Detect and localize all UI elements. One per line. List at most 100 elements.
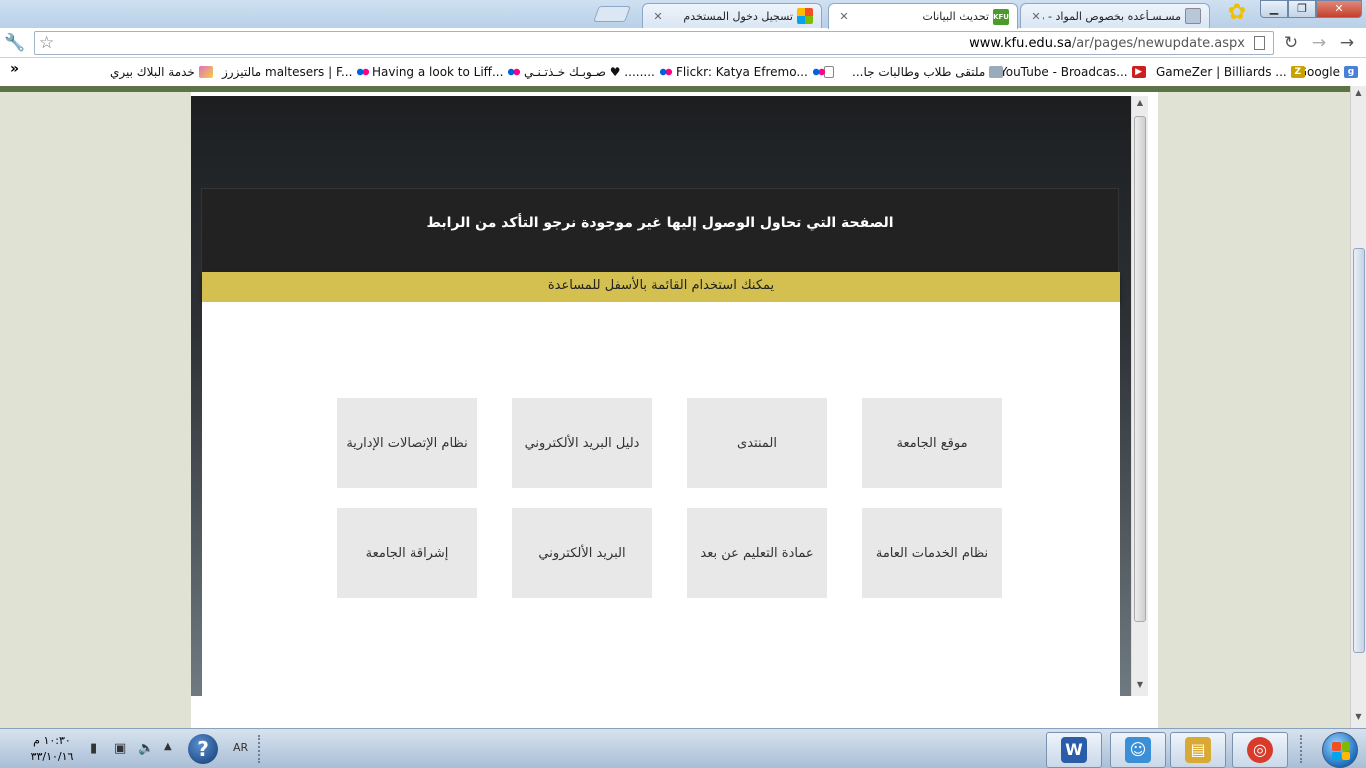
- page-scroll-thumb[interactable]: [1353, 248, 1365, 653]
- not-found-message: الصفحة التي تحاول الوصول إليها غير موجود…: [426, 215, 894, 231]
- word-icon: W: [1061, 737, 1087, 763]
- scroll-up-icon[interactable]: ▲: [1132, 98, 1148, 112]
- explorer-icon: ▤: [1185, 737, 1211, 763]
- scroll-down-icon[interactable]: ▼: [1132, 680, 1148, 694]
- windows-icon: [797, 8, 813, 24]
- tab-strip: تسجيل دخول المستخدم ✕ KFU تحديث البيانات…: [0, 0, 1366, 29]
- bookmark-label: صـوبـك خـذتـنـي ♥ ........: [524, 65, 655, 79]
- tray-expand-icon[interactable]: ▲: [164, 741, 172, 752]
- tile-email-directory[interactable]: دليل البريد الألكتروني: [512, 398, 652, 488]
- tile-admin-communications[interactable]: نظام الإتصالات الإدارية: [337, 398, 477, 488]
- bookmark-label: مالتيزرز maltesers | F...: [222, 65, 353, 79]
- taskbar-chrome[interactable]: ◎: [1232, 732, 1288, 768]
- new-tab-button[interactable]: [593, 6, 631, 22]
- page-icon: [989, 66, 1004, 78]
- bookmark-flickr-arabic[interactable]: صـوبـك خـذتـنـي ♥ ........: [524, 63, 673, 81]
- bookmark-youtube[interactable]: YouTube - Broadcas... ▶: [1000, 63, 1146, 81]
- tile-university-ishraqa[interactable]: إشراقة الجامعة: [337, 508, 477, 598]
- tile-forum[interactable]: المنتدى: [687, 398, 827, 488]
- tab-title: مسـسـأعده بخصوص المواد - مـ: [1043, 9, 1181, 23]
- tab-title: تحديث البيانات: [922, 10, 989, 23]
- star-icon[interactable]: ☆: [39, 32, 54, 54]
- signal-icon[interactable]: ▮: [90, 741, 97, 756]
- page-scrollbar[interactable]: ▲ ▼: [1350, 86, 1366, 728]
- taskbar: ١٠:٣٠ م ٣٣/١٠/١٦ ▮ ▣ 🔈 ▲ ? AR W ☺ ▤ ◎: [0, 728, 1366, 768]
- restore-button[interactable]: ❐: [1288, 0, 1316, 18]
- bookmark-maltesers[interactable]: مالتيزرز maltesers | F...: [222, 63, 371, 81]
- tab-update-data[interactable]: KFU تحديث البيانات ✕: [828, 3, 1018, 29]
- network-icon[interactable]: ▣: [114, 741, 126, 756]
- browser-toolbar: 🔧 ☆ www.kfu.edu.sa/ar/pages/newupdate.as…: [0, 28, 1366, 58]
- youtube-icon: ▶: [1131, 66, 1146, 78]
- bookmark-label: خدمة البلاك بيري: [110, 65, 195, 79]
- language-indicator[interactable]: AR: [233, 741, 248, 754]
- links-panel: موقع الجامعة المنتدى دليل البريد الألكتر…: [202, 302, 1120, 696]
- bookmark-label: ملتقى طلاب وطالبات جا...: [852, 65, 986, 79]
- url-text[interactable]: www.kfu.edu.sa/ar/pages/newupdate.aspx: [969, 36, 1245, 51]
- error-frame: الصفحة التي تحاول الوصول إليها غير موجود…: [191, 96, 1131, 696]
- bookmark-label: GameZer | Billiards ...: [1156, 65, 1287, 79]
- system-tray: ١٠:٣٠ م ٣٣/١٠/١٦ ▮ ▣ 🔈 ▲ ? AR: [0, 729, 270, 768]
- bookmark-blackberry[interactable]: خدمة البلاك بيري: [110, 63, 213, 81]
- bookmarks-overflow-button[interactable]: »: [10, 61, 19, 77]
- bookmark-label: YouTube - Broadcas...: [1000, 65, 1128, 79]
- close-window-button[interactable]: ✕: [1316, 0, 1362, 18]
- close-icon[interactable]: ✕: [1029, 10, 1043, 23]
- quick-links-grid: موقع الجامعة المنتدى دليل البريد الألكتر…: [337, 398, 1003, 598]
- reload-icon[interactable]: ↻: [1280, 32, 1302, 54]
- tile-email[interactable]: البريد الألكتروني: [512, 508, 652, 598]
- close-icon[interactable]: ✕: [837, 10, 851, 23]
- tile-university-site[interactable]: موقع الجامعة: [862, 398, 1002, 488]
- start-button[interactable]: [1322, 732, 1358, 768]
- taskbar-explorer[interactable]: ▤: [1170, 732, 1226, 768]
- bookmark-label: Flickr: Katya Efremo...: [676, 65, 808, 79]
- bookmark-forum[interactable]: ملتقى طلاب وطالبات جا...: [852, 63, 1004, 81]
- back-icon[interactable]: →: [1336, 32, 1358, 54]
- taskbar-grip: [258, 735, 262, 763]
- error-header: الصفحة التي تحاول الوصول إليها غير موجود…: [201, 188, 1119, 273]
- clock[interactable]: ١٠:٣٠ م ٣٣/١٠/١٦: [22, 733, 82, 765]
- clock-date: ٣٣/١٠/١٦: [30, 750, 74, 763]
- help-icon[interactable]: ?: [188, 734, 218, 764]
- flickr-icon: [811, 66, 826, 78]
- tab-title: تسجيل دخول المستخدم: [683, 9, 793, 23]
- pen-icon: [198, 66, 213, 78]
- page-icon: [1185, 8, 1201, 24]
- tile-general-services[interactable]: نظام الخدمات العامة: [862, 508, 1002, 598]
- scroll-up-icon[interactable]: ▲: [1351, 88, 1366, 102]
- flower-icon: ✿: [1227, 0, 1247, 25]
- forward-icon[interactable]: →: [1308, 32, 1330, 54]
- taskbar-word[interactable]: W: [1046, 732, 1102, 768]
- window-controls: ▁ ❐ ✕: [1260, 0, 1362, 18]
- flickr-icon: [356, 66, 371, 78]
- frame-scrollbar[interactable]: ▲ ▼: [1131, 96, 1148, 696]
- page-icon: [1254, 36, 1265, 50]
- wrench-icon[interactable]: 🔧: [4, 32, 26, 54]
- bookmark-label: Having a look to Liff...: [372, 65, 504, 79]
- minimize-button[interactable]: ▁: [1260, 0, 1288, 18]
- windows-logo-icon: [1332, 742, 1350, 760]
- close-icon[interactable]: ✕: [651, 10, 665, 23]
- bookmark-gamezer[interactable]: GameZer | Billiards ... Z: [1156, 63, 1305, 81]
- tab-user-login[interactable]: تسجيل دخول المستخدم ✕: [642, 3, 822, 28]
- taskbar-grip: [1300, 735, 1304, 763]
- url-path: /ar/pages/newupdate.aspx: [1071, 36, 1245, 51]
- kfu-icon: KFU: [993, 8, 1009, 25]
- bookmarks-bar: » Google g GameZer | Billiards ... Z You…: [0, 58, 1366, 86]
- bookmark-flickr-katya[interactable]: Flickr: Katya Efremo...: [676, 63, 826, 81]
- flickr-icon: [658, 66, 673, 78]
- messenger-icon: ☺: [1125, 737, 1151, 763]
- chrome-icon: ◎: [1247, 737, 1273, 763]
- volume-icon[interactable]: 🔈: [138, 741, 154, 756]
- frame-scroll-thumb[interactable]: [1134, 116, 1146, 622]
- taskbar-messenger[interactable]: ☺: [1110, 732, 1166, 768]
- flickr-icon: [507, 66, 522, 78]
- tab-materials-help[interactable]: مسـسـأعده بخصوص المواد - مـ ✕: [1020, 3, 1210, 28]
- tile-distance-learning[interactable]: عمادة التعليم عن بعد: [687, 508, 827, 598]
- bookmark-liff[interactable]: Having a look to Liff...: [372, 63, 522, 81]
- url-host: www.kfu.edu.sa: [969, 36, 1072, 51]
- address-bar[interactable]: ☆ www.kfu.edu.sa/ar/pages/newupdate.aspx: [34, 31, 1274, 55]
- bookmark-google[interactable]: Google g: [1298, 63, 1358, 81]
- scroll-down-icon[interactable]: ▼: [1351, 712, 1366, 726]
- clock-time: ١٠:٣٠ م: [33, 734, 71, 747]
